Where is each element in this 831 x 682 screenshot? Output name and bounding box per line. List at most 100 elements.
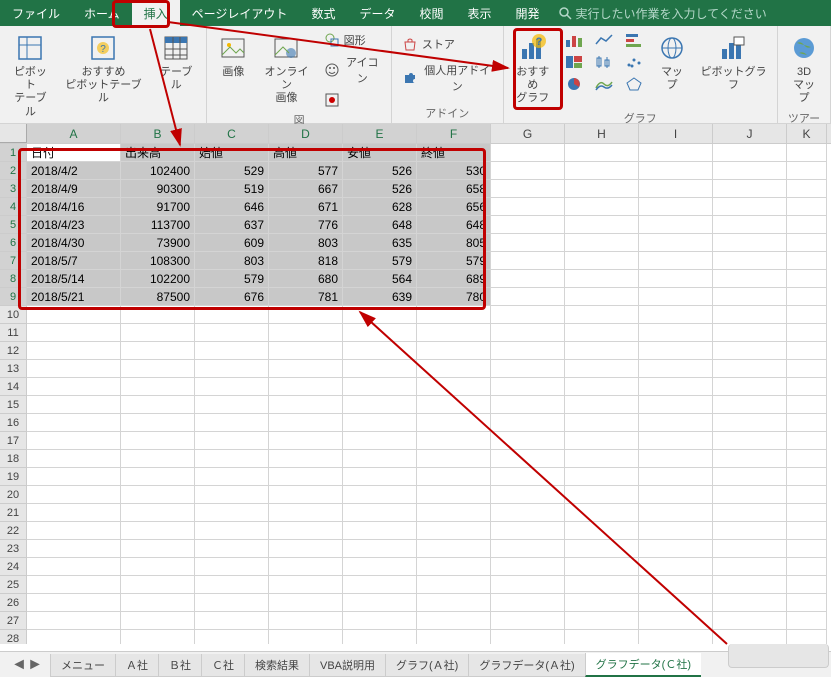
cell-D27[interactable]	[269, 612, 343, 630]
cell-B18[interactable]	[121, 450, 195, 468]
tab-ファイル[interactable]: ファイル	[0, 0, 72, 26]
cell-A18[interactable]	[27, 450, 121, 468]
cell-I4[interactable]	[639, 198, 713, 216]
cell-I11[interactable]	[639, 324, 713, 342]
cell-F18[interactable]	[417, 450, 491, 468]
cell-H20[interactable]	[565, 486, 639, 504]
cell-K6[interactable]	[787, 234, 827, 252]
cell-D12[interactable]	[269, 342, 343, 360]
tab-校閲[interactable]: 校閲	[407, 0, 455, 26]
cell-A23[interactable]	[27, 540, 121, 558]
cell-B28[interactable]	[121, 630, 195, 644]
sheet-tab-グラフ(Ａ社)[interactable]: グラフ(Ａ社)	[385, 654, 469, 677]
cell-B1[interactable]: 出来高	[121, 144, 195, 162]
cell-A25[interactable]	[27, 576, 121, 594]
tab-開発[interactable]: 開発	[504, 0, 552, 26]
cell-B23[interactable]	[121, 540, 195, 558]
cell-E20[interactable]	[343, 486, 417, 504]
cell-K13[interactable]	[787, 360, 827, 378]
row-header-10[interactable]: 10	[0, 306, 27, 324]
cell-K3[interactable]	[787, 180, 827, 198]
cell-H19[interactable]	[565, 468, 639, 486]
col-header-F[interactable]: F	[417, 124, 491, 143]
cell-J19[interactable]	[713, 468, 787, 486]
cell-H8[interactable]	[565, 270, 639, 288]
row-header-7[interactable]: 7	[0, 252, 27, 270]
row-header-21[interactable]: 21	[0, 504, 27, 522]
row-header-20[interactable]: 20	[0, 486, 27, 504]
cell-A24[interactable]	[27, 558, 121, 576]
cell-H7[interactable]	[565, 252, 639, 270]
cell-I25[interactable]	[639, 576, 713, 594]
cell-J24[interactable]	[713, 558, 787, 576]
row-header-23[interactable]: 23	[0, 540, 27, 558]
cell-I19[interactable]	[639, 468, 713, 486]
cell-H1[interactable]	[565, 144, 639, 162]
row-header-14[interactable]: 14	[0, 378, 27, 396]
cell-K20[interactable]	[787, 486, 827, 504]
cell-G4[interactable]	[491, 198, 565, 216]
cell-G17[interactable]	[491, 432, 565, 450]
cell-K17[interactable]	[787, 432, 827, 450]
cell-F2[interactable]: 530	[417, 162, 491, 180]
cell-J9[interactable]	[713, 288, 787, 306]
row-header-9[interactable]: 9	[0, 288, 27, 306]
cell-H6[interactable]	[565, 234, 639, 252]
tab-表示[interactable]: 表示	[455, 0, 503, 26]
cell-I6[interactable]	[639, 234, 713, 252]
cell-H4[interactable]	[565, 198, 639, 216]
col-header-A[interactable]: A	[27, 124, 121, 143]
cell-F1[interactable]: 終値	[417, 144, 491, 162]
cell-B20[interactable]	[121, 486, 195, 504]
row-header-3[interactable]: 3	[0, 180, 27, 198]
cell-I15[interactable]	[639, 396, 713, 414]
cell-F28[interactable]	[417, 630, 491, 644]
cell-B7[interactable]: 108300	[121, 252, 195, 270]
cell-E5[interactable]: 648	[343, 216, 417, 234]
cell-G15[interactable]	[491, 396, 565, 414]
cell-E16[interactable]	[343, 414, 417, 432]
cell-A15[interactable]	[27, 396, 121, 414]
cell-A9[interactable]: 2018/5/21	[27, 288, 121, 306]
cell-K18[interactable]	[787, 450, 827, 468]
cell-B16[interactable]	[121, 414, 195, 432]
cell-G12[interactable]	[491, 342, 565, 360]
cell-B8[interactable]: 102200	[121, 270, 195, 288]
cell-A28[interactable]	[27, 630, 121, 644]
cell-D20[interactable]	[269, 486, 343, 504]
hier-chart-icon[interactable]	[560, 52, 588, 72]
cell-E13[interactable]	[343, 360, 417, 378]
cell-I23[interactable]	[639, 540, 713, 558]
row-header-18[interactable]: 18	[0, 450, 27, 468]
cell-A20[interactable]	[27, 486, 121, 504]
cell-B26[interactable]	[121, 594, 195, 612]
cell-J7[interactable]	[713, 252, 787, 270]
cell-J8[interactable]	[713, 270, 787, 288]
cell-C6[interactable]: 609	[195, 234, 269, 252]
cell-I21[interactable]	[639, 504, 713, 522]
row-header-19[interactable]: 19	[0, 468, 27, 486]
cell-I7[interactable]	[639, 252, 713, 270]
cell-F3[interactable]: 658	[417, 180, 491, 198]
cell-B21[interactable]	[121, 504, 195, 522]
cell-K22[interactable]	[787, 522, 827, 540]
cell-K15[interactable]	[787, 396, 827, 414]
cell-B17[interactable]	[121, 432, 195, 450]
sheet-tab-VBA説明用[interactable]: VBA説明用	[309, 654, 386, 677]
cell-H12[interactable]	[565, 342, 639, 360]
cell-J16[interactable]	[713, 414, 787, 432]
cell-G10[interactable]	[491, 306, 565, 324]
cell-J13[interactable]	[713, 360, 787, 378]
tab-数式[interactable]: 数式	[299, 0, 347, 26]
cell-A19[interactable]	[27, 468, 121, 486]
cell-G16[interactable]	[491, 414, 565, 432]
cell-F17[interactable]	[417, 432, 491, 450]
map-button[interactable]: マップ	[652, 30, 692, 94]
tab-データ[interactable]: データ	[347, 0, 407, 26]
more-ill-button[interactable]	[320, 90, 385, 110]
cell-C27[interactable]	[195, 612, 269, 630]
cell-H18[interactable]	[565, 450, 639, 468]
tab-ホーム[interactable]: ホーム	[72, 0, 132, 26]
cell-H22[interactable]	[565, 522, 639, 540]
cell-F9[interactable]: 780	[417, 288, 491, 306]
